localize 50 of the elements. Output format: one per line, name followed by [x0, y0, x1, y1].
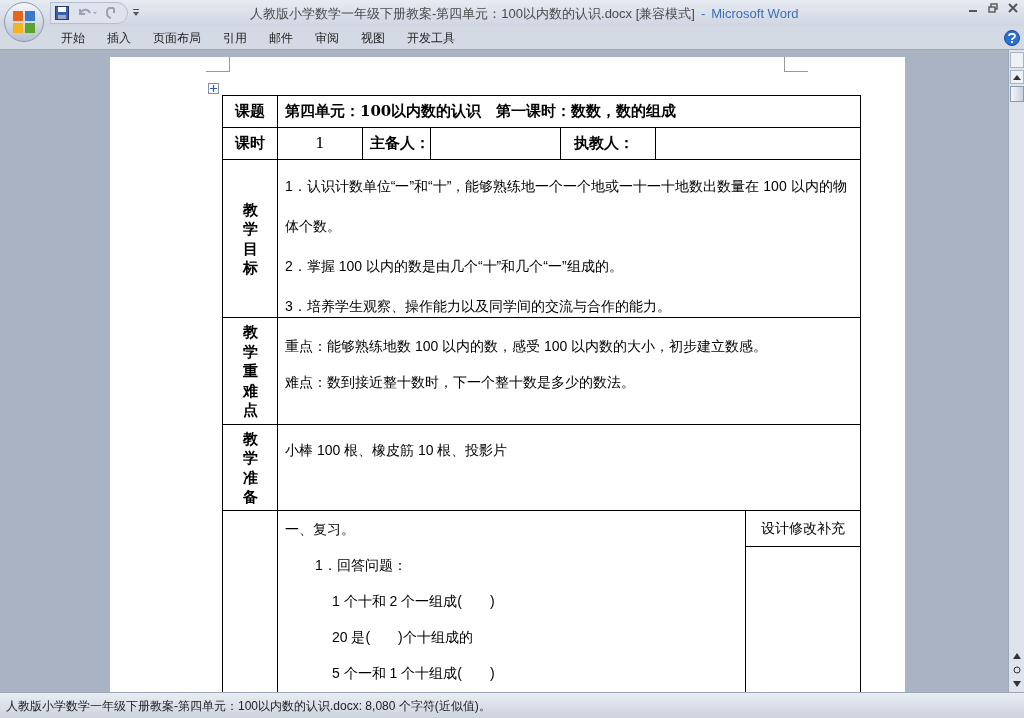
scroll-up-icon[interactable]: [1012, 74, 1021, 80]
title-separator: -: [700, 5, 706, 23]
paragraph: 一、复习。: [285, 520, 356, 539]
section-label: 教学准备: [242, 428, 258, 507]
field-label: 主备人：: [370, 133, 430, 154]
previous-page-icon[interactable]: [1012, 653, 1021, 660]
ribbon-tab[interactable]: 页面布局: [142, 26, 212, 49]
app-name: Microsoft Word: [711, 5, 799, 23]
ribbon-tab[interactable]: 邮件: [258, 26, 304, 49]
crop-mark: [206, 57, 230, 72]
ruler-toggle-button[interactable]: [1009, 52, 1024, 68]
paragraph: 难点：数到接近整十数时，下一个整十数是多少的数法。: [285, 373, 636, 392]
paragraph: 重点：能够熟练地数 100 以内的数，感受 100 以内数的大小，初步建立数感。: [285, 337, 769, 356]
column-header: 设计修改补充: [761, 519, 845, 538]
paragraph: 3．培养学生观察、操作能力以及同学间的交流与合作的能力。: [285, 297, 672, 316]
period-value: 1: [315, 133, 325, 155]
paragraph: 20 是( )个十组成的: [331, 628, 474, 647]
ribbon-tab[interactable]: 开发工具: [396, 26, 466, 49]
ribbon-tab[interactable]: 插入: [96, 26, 142, 49]
ribbon-tab[interactable]: 开始: [50, 26, 96, 49]
browse-object-icon[interactable]: [1012, 666, 1021, 674]
paragraph: 5 个一和 1 个十组成( ): [331, 664, 496, 683]
ribbon-tab[interactable]: 视图: [350, 26, 396, 49]
status-text: 人教版小学数学一年级下册教案-第四单元：100以内数的认识.docx: 8,080 个字符(近似值)。: [6, 697, 491, 715]
field-label: 执教人：: [574, 133, 634, 154]
row-label: 课题: [235, 101, 265, 122]
ribbon-tab[interactable]: 引用: [212, 26, 258, 49]
restore-icon[interactable]: [988, 3, 998, 13]
office-logo: [12, 10, 36, 34]
paragraph: 小棒 100 根、橡皮筋 10 根、投影片: [285, 441, 509, 460]
vertical-scrollbar[interactable]: [1008, 50, 1024, 692]
window-title: 人教版小学数学一年级下册教案-第四单元：100以内数的认识.docx [兼容模式]: [250, 5, 695, 23]
paragraph: 2．掌握 100 以内的数是由几个“十”和几个“一”组成的。: [285, 257, 624, 276]
scroll-thumb[interactable]: [1009, 86, 1024, 102]
next-page-icon[interactable]: [1012, 680, 1021, 687]
table-move-handle-icon[interactable]: [208, 83, 219, 94]
section-label: 教学重难点: [242, 322, 258, 420]
paragraph: 1 个十和 2 个一组成( ): [331, 592, 496, 611]
close-icon[interactable]: [1008, 3, 1018, 13]
ribbon-tab[interactable]: 审阅: [304, 26, 350, 49]
save-icon[interactable]: [55, 6, 69, 20]
dropdown-icon[interactable]: [132, 9, 140, 17]
row-label: 课时: [235, 133, 265, 154]
help-icon[interactable]: [1004, 30, 1020, 46]
paragraph: 1．回答问题：: [314, 556, 408, 575]
lesson-topic: 第四单元：100以内数的认识 第一课时：数数，数的组成: [285, 101, 677, 123]
office-button[interactable]: [4, 2, 44, 42]
section-label: 教学目标: [242, 199, 258, 278]
paragraph: 1．认识计数单位“一”和“十”，能够熟练地一个一个地或一十一十地数出数量在 100 以内的物体个数。: [285, 177, 848, 236]
crop-mark: [784, 57, 808, 72]
